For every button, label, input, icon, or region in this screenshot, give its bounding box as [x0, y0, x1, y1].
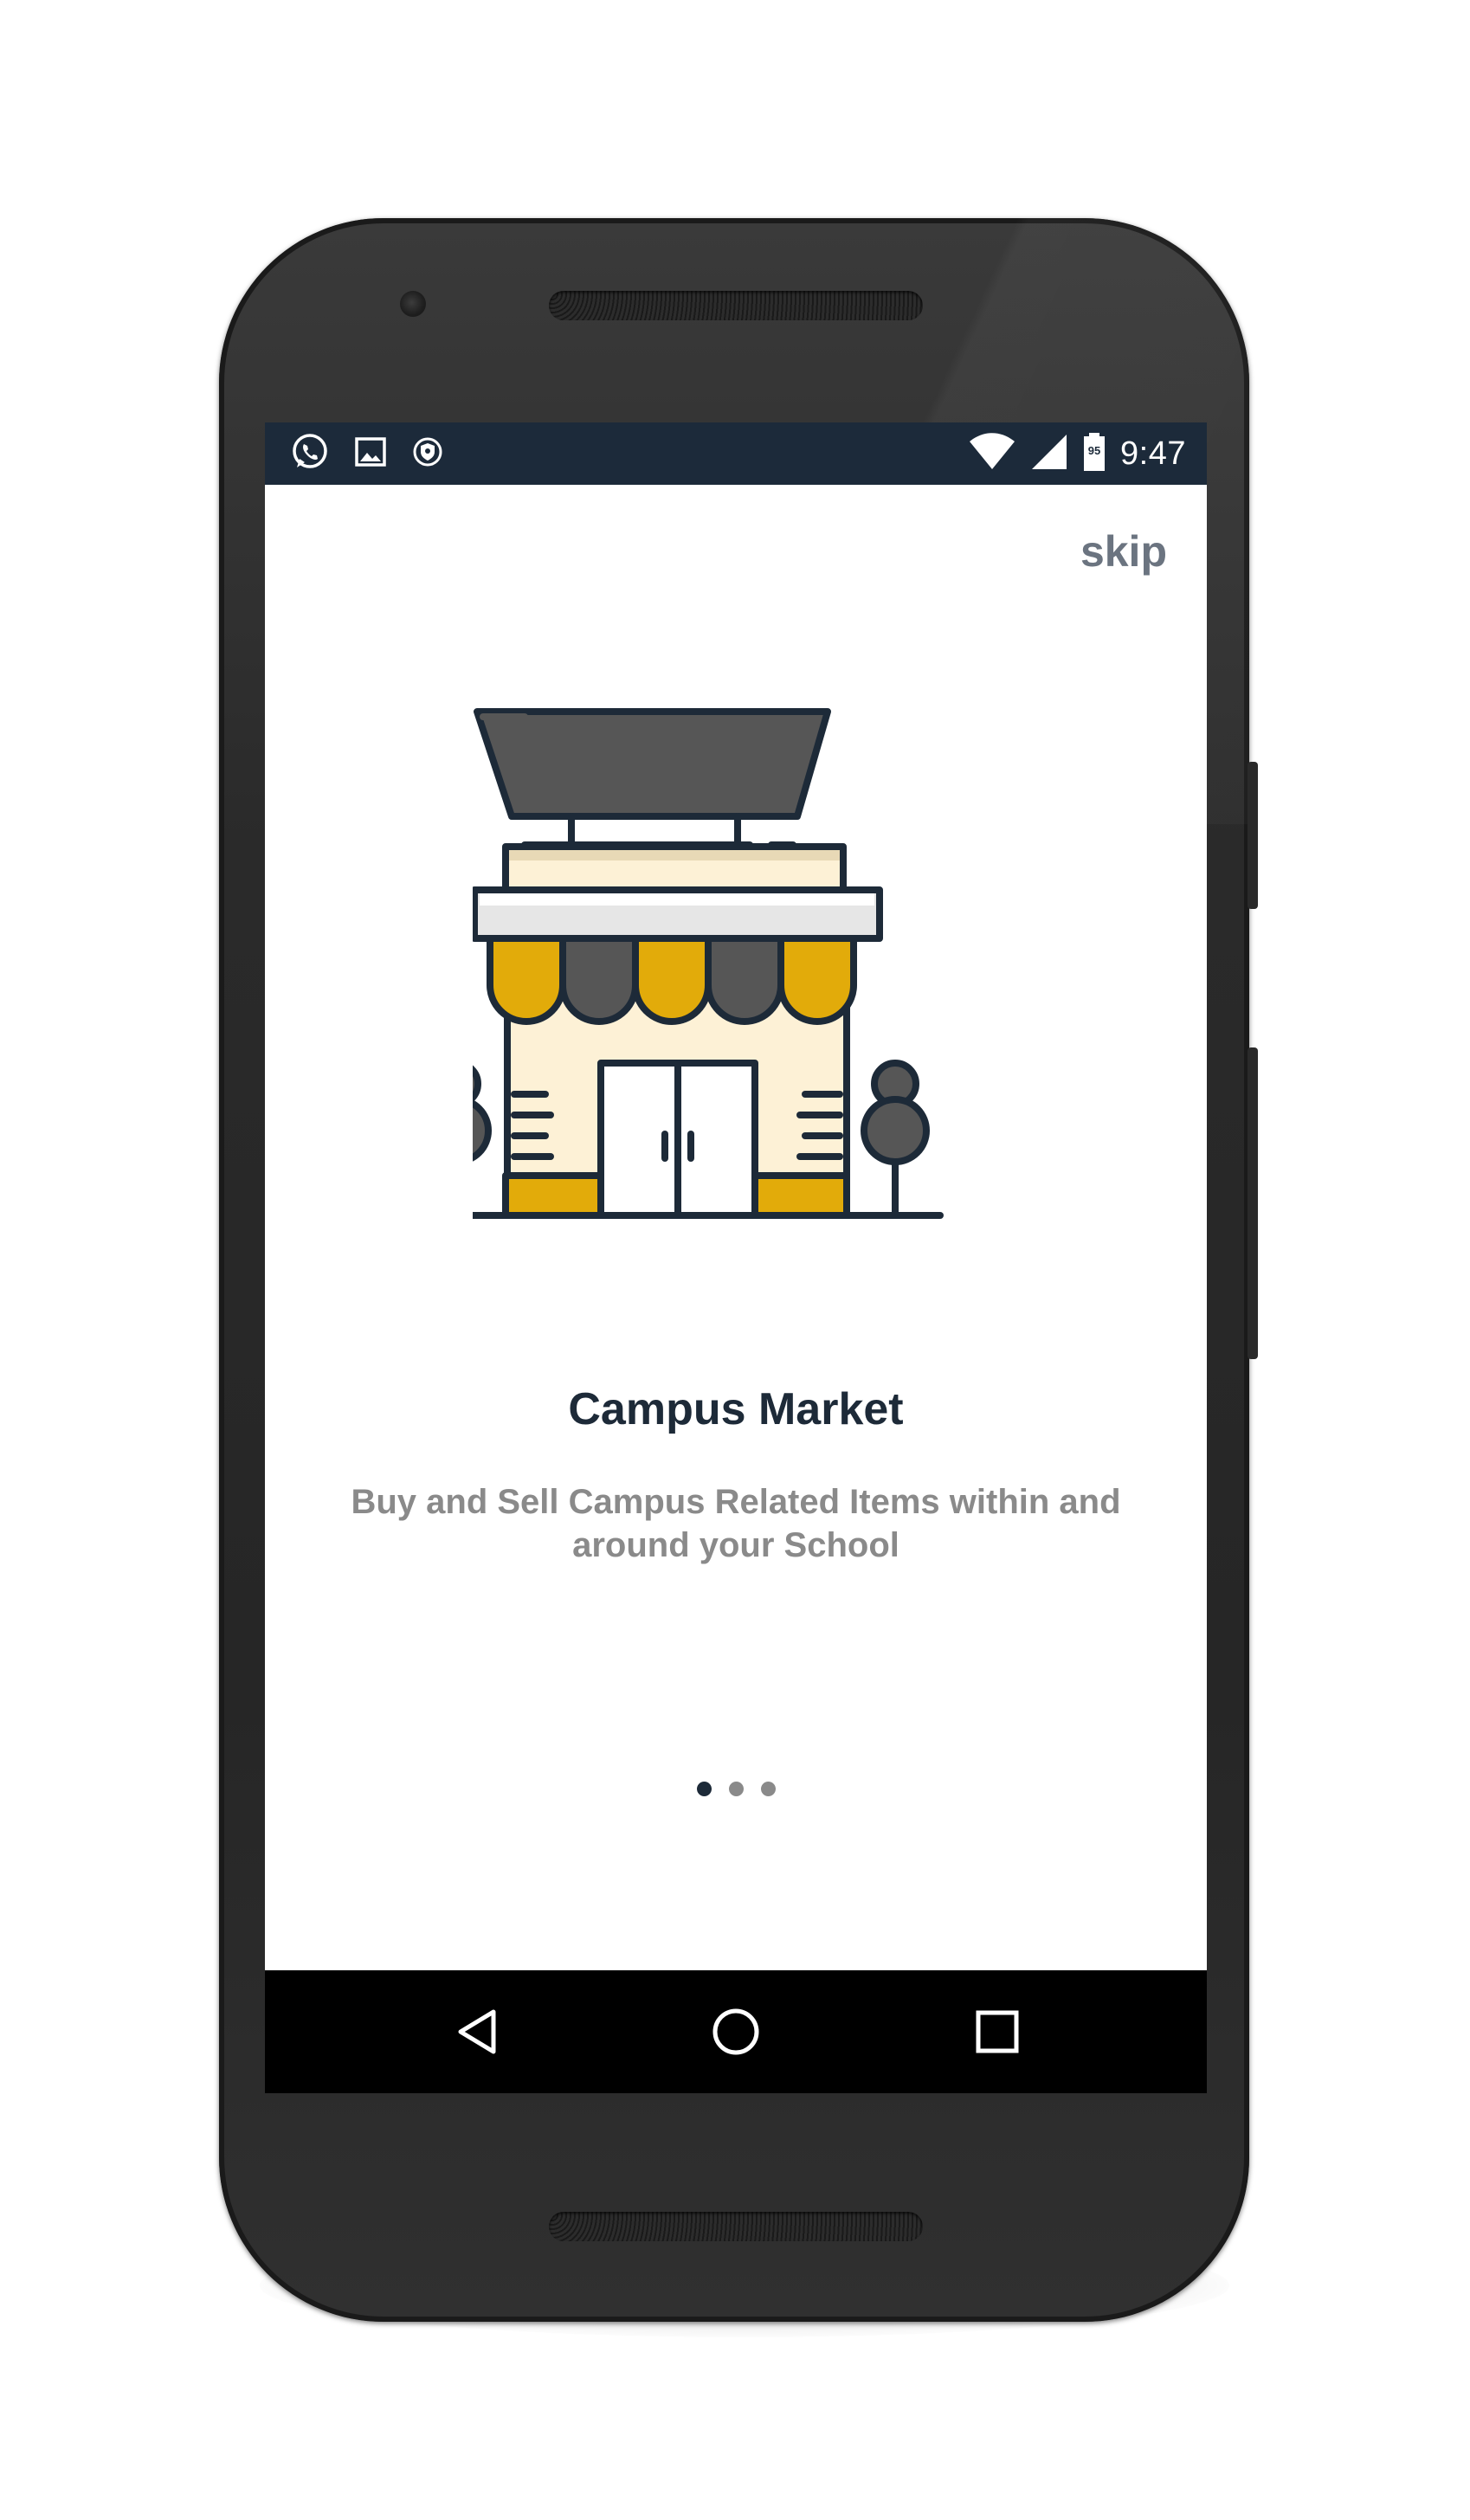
page-indicator	[265, 1782, 1207, 1796]
onboarding-description: Buy and Sell Campus Related Items within…	[351, 1483, 1121, 1564]
navigation-bar	[265, 1970, 1207, 2093]
back-icon[interactable]	[454, 2008, 502, 2056]
skip-button[interactable]: skip	[1080, 526, 1167, 577]
shield-icon	[410, 435, 445, 474]
page-dot-1[interactable]	[696, 1782, 712, 1796]
status-bar: 95 9:47	[265, 422, 1207, 485]
power-button	[1248, 762, 1258, 909]
status-time: 9:47	[1120, 435, 1186, 472]
volume-button	[1248, 1047, 1258, 1359]
storefront-illustration	[412, 708, 1001, 1247]
bottom-speaker	[549, 2212, 923, 2241]
top-speaker	[549, 291, 923, 320]
recents-icon[interactable]	[973, 2008, 1022, 2056]
page-dot-3[interactable]	[760, 1782, 776, 1796]
screen: 95 9:47 skip Campus Market Buy and Sell …	[265, 422, 1207, 2093]
home-icon[interactable]	[712, 2008, 760, 2056]
page-dot-2[interactable]	[728, 1782, 744, 1796]
wifi-icon	[968, 432, 1016, 475]
stage: 95 9:47 skip Campus Market Buy and Sell …	[0, 0, 1470, 2520]
status-right-icons: 95 9:47	[968, 432, 1186, 475]
battery-icon: 95	[1082, 432, 1106, 475]
gallery-icon	[353, 435, 388, 474]
whatsapp-icon	[289, 431, 331, 477]
onboarding-title: Campus Market	[568, 1384, 904, 1434]
front-camera	[400, 291, 426, 317]
signal-icon	[1030, 433, 1068, 475]
status-left-icons	[289, 433, 445, 474]
battery-level: 95	[1088, 444, 1100, 457]
